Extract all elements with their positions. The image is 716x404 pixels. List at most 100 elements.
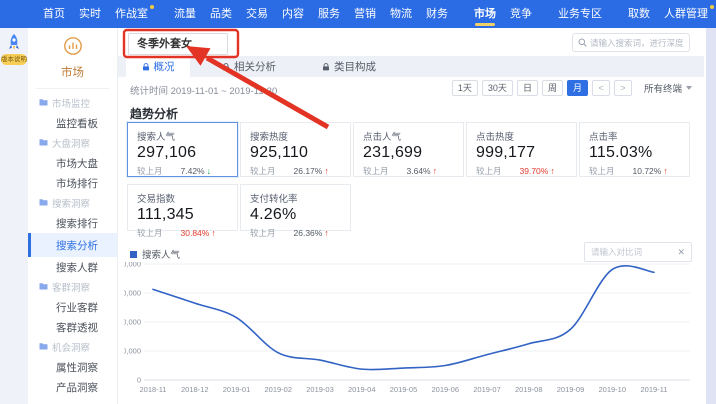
- range-button-2[interactable]: 日: [517, 80, 538, 96]
- range-button-3[interactable]: 周: [542, 80, 563, 96]
- arrow-up-icon: ↑: [663, 166, 668, 176]
- nav-item-18[interactable]: 取数: [621, 0, 657, 28]
- close-icon[interactable]: ✕: [677, 247, 685, 258]
- x-tick-label: 2019-03: [306, 385, 334, 394]
- nav-item-label: 作战室: [115, 8, 148, 20]
- nav-item-label: 物流: [390, 8, 412, 20]
- x-tick-label: 2019-08: [515, 385, 543, 394]
- arrow-up-icon: ↑: [550, 166, 555, 176]
- top-navbar: 首页实时作战室流量品类交易内容服务营销物流财务市场竞争业务专区取数人群管理学院: [0, 0, 716, 28]
- arrow-up-icon: ↑: [433, 166, 438, 176]
- sidebar-group-3: 客群洞察: [28, 277, 117, 297]
- tab-2[interactable]: 类目构成: [308, 56, 390, 77]
- metric-card-6[interactable]: 支付转化率4.26%较上月26.36%↑: [240, 184, 351, 231]
- search-box[interactable]: [572, 33, 690, 52]
- folder-icon: [39, 342, 48, 353]
- sidebar-group-4: 机会洞察: [28, 337, 117, 357]
- module-header: 市场: [28, 28, 117, 80]
- metric-change-row: 较上月39.70%↑: [476, 165, 567, 177]
- nav-item-8[interactable]: 服务: [311, 0, 347, 28]
- screen: 首页实时作战室流量品类交易内容服务营销物流财务市场竞争业务专区取数人群管理学院 …: [0, 0, 716, 404]
- sidebar-item-1-1[interactable]: 市场排行: [28, 173, 117, 193]
- metric-label: 点击热度: [476, 129, 567, 143]
- vs-last-month-label: 较上月: [250, 227, 276, 239]
- scrollbar-track[interactable]: [706, 28, 716, 404]
- metric-label: 点击率: [589, 129, 680, 143]
- metric-card-3[interactable]: 点击热度999,177较上月39.70%↑: [466, 122, 577, 177]
- nav-item-6[interactable]: 交易: [239, 0, 275, 28]
- compare-word-box[interactable]: ✕: [584, 242, 692, 262]
- tab-lock-icon: [222, 63, 230, 71]
- x-tick-label: 2019-07: [473, 385, 501, 394]
- sidebar-divider: [36, 88, 109, 89]
- metric-change-value: 26.17%: [294, 166, 323, 176]
- y-tick-label: 320,000: [124, 262, 141, 269]
- nav-item-11[interactable]: 财务: [419, 0, 455, 28]
- metric-cards-row-2: 交易指数111,345较上月30.84%↑支付转化率4.26%较上月26.36%…: [127, 184, 351, 231]
- sidebar-item-0-0[interactable]: 监控看板: [28, 113, 117, 133]
- folder-icon: [39, 282, 48, 293]
- nav-item-9[interactable]: 营销: [347, 0, 383, 28]
- compare-word-input[interactable]: [591, 247, 674, 257]
- nav-items: 首页实时作战室流量品类交易内容服务营销物流财务市场竞争业务专区取数人群管理学院: [0, 0, 716, 28]
- main-panel: 冬季外套女 概况相关分析类目构成 统计时间 2019-11-01 ~ 2019-…: [118, 28, 704, 404]
- tab-0[interactable]: 概况: [126, 56, 190, 77]
- range-controls: 1天30天日周月<> 所有终端: [448, 80, 692, 96]
- range-button-4[interactable]: 月: [567, 80, 588, 96]
- nav-item-5[interactable]: 品类: [203, 0, 239, 28]
- version-badge[interactable]: 版本说明: [1, 54, 27, 65]
- sidebar-item-3-1[interactable]: 客群透视: [28, 317, 117, 337]
- sidebar-item-2-2[interactable]: 搜索人群: [28, 257, 117, 277]
- search-input[interactable]: [590, 38, 684, 48]
- y-tick-label: 160,000: [124, 318, 141, 327]
- nav-item-0[interactable]: 首页: [36, 0, 72, 28]
- nav-item-7[interactable]: 内容: [275, 0, 311, 28]
- arrow-up-icon: ↑: [324, 228, 329, 238]
- sidebar-item-1-0[interactable]: 市场大盘: [28, 153, 117, 173]
- series-line: [153, 266, 654, 370]
- x-tick-label: 2019-09: [557, 385, 585, 394]
- legend-swatch: [130, 251, 137, 258]
- sidebar-item-4-0[interactable]: 属性洞察: [28, 357, 117, 377]
- nav-item-10[interactable]: 物流: [383, 0, 419, 28]
- next-button[interactable]: >: [614, 80, 632, 96]
- metric-card-0[interactable]: 搜索人气297,106较上月7.42%↓: [127, 122, 238, 177]
- sidebar: 市场 市场监控监控看板大盘洞察市场大盘市场排行搜索洞察搜索排行搜索分析搜索人群客…: [28, 28, 118, 404]
- keyword-box[interactable]: 冬季外套女: [128, 33, 228, 55]
- nav-item-13[interactable]: 市场: [467, 0, 503, 28]
- metric-card-2[interactable]: 点击人气231,699较上月3.64%↑: [353, 122, 464, 177]
- nav-item-label: 市场: [474, 8, 496, 20]
- sidebar-item-2-1[interactable]: 搜索分析: [28, 233, 117, 257]
- sidebar-item-4-1[interactable]: 产品洞察: [28, 377, 117, 397]
- tab-1[interactable]: 相关分析: [208, 56, 290, 77]
- nav-item-1[interactable]: 实时: [72, 0, 108, 28]
- nav-item-4[interactable]: 流量: [167, 0, 203, 28]
- metric-change-row: 较上月3.64%↑: [363, 165, 454, 177]
- metric-card-1[interactable]: 搜索热度925,110较上月26.17%↑: [240, 122, 351, 177]
- prev-button[interactable]: <: [592, 80, 610, 96]
- nav-item-2[interactable]: 作战室: [108, 0, 155, 28]
- metric-change-row: 较上月30.84%↑: [137, 227, 228, 239]
- sidebar-item-3-0[interactable]: 行业客群: [28, 297, 117, 317]
- range-button-0[interactable]: 1天: [452, 80, 478, 96]
- left-rail: 版本说明: [0, 28, 28, 404]
- tab-lock-icon: [142, 63, 150, 71]
- nav-item-label: 流量: [174, 8, 196, 20]
- metric-card-4[interactable]: 点击率115.03%较上月10.72%↑: [579, 122, 690, 177]
- metric-value: 111,345: [137, 206, 228, 224]
- terminal-dropdown[interactable]: 所有终端: [644, 81, 692, 95]
- nav-item-14[interactable]: 竞争: [503, 0, 539, 28]
- sidebar-item-2-0[interactable]: 搜索排行: [28, 213, 117, 233]
- tab-lock-icon: [322, 63, 330, 71]
- nav-item-16[interactable]: 业务专区: [551, 0, 609, 28]
- metric-card-5[interactable]: 交易指数111,345较上月30.84%↑: [127, 184, 238, 231]
- range-button-1[interactable]: 30天: [482, 80, 513, 96]
- metric-value: 115.03%: [589, 144, 680, 162]
- x-tick-label: 2019-02: [264, 385, 292, 394]
- vs-last-month-label: 较上月: [363, 165, 389, 177]
- nav-item-19[interactable]: 人群管理: [657, 0, 715, 28]
- x-tick-label: 2018-11: [140, 385, 167, 394]
- stat-time-text: 统计时间 2019-11-01 ~ 2019-11-30: [130, 83, 277, 97]
- market-module-icon: [63, 43, 83, 60]
- nav-item-label: 竞争: [510, 8, 532, 20]
